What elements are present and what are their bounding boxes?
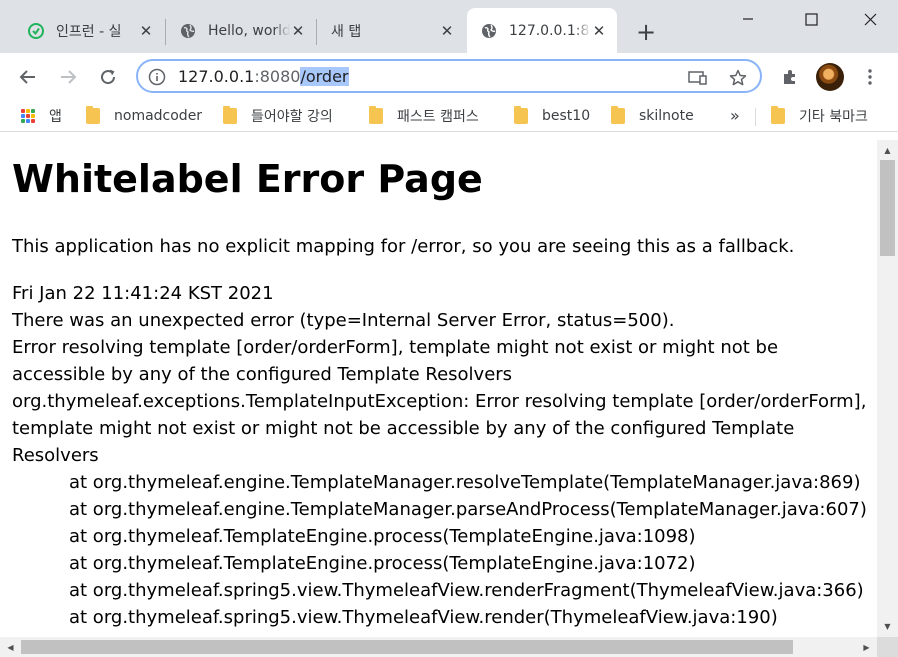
tab-title: 127.0.0.1:8: [509, 22, 590, 39]
scroll-down-icon[interactable]: ▼: [880, 619, 895, 634]
globe-icon: [481, 23, 497, 39]
scroll-right-icon[interactable]: ▶: [859, 640, 874, 655]
bookmark-fastcampus[interactable]: 패스트 캠퍼스: [369, 106, 479, 126]
error-message-line: Error resolving template [order/orderFor…: [12, 337, 779, 358]
tab-hello-world[interactable]: Hello, world ✕: [166, 8, 316, 53]
bookmark-label: skilnote: [639, 108, 694, 124]
tab-title: Hello, world: [208, 22, 290, 39]
folder-icon: [514, 106, 528, 124]
stack-trace-line: at org.thymeleaf.engine.TemplateManager.…: [69, 472, 861, 493]
extensions-icon[interactable]: [776, 63, 804, 91]
close-window-icon[interactable]: [848, 0, 892, 38]
menu-kebab-icon[interactable]: [856, 63, 884, 91]
reload-icon[interactable]: [92, 61, 124, 93]
bookmark-label: best10: [542, 108, 591, 124]
folder-icon: [611, 106, 625, 124]
close-icon[interactable]: ✕: [138, 22, 154, 40]
close-icon[interactable]: ✕: [591, 22, 607, 40]
tab-inflearn[interactable]: 인프런 - 실 ✕: [14, 8, 164, 53]
browser-toolbar: 127.0.0.1:8080/order: [0, 53, 898, 100]
horizontal-scrollbar[interactable]: ◀ ▶: [0, 637, 877, 657]
stack-trace-line: at org.thymeleaf.spring5.view.ThymeleafV…: [69, 607, 778, 628]
bookmark-star-icon[interactable]: [728, 68, 748, 88]
bookmark-nomadcoder[interactable]: nomadcoder: [86, 106, 202, 126]
new-tab-button[interactable]: +: [632, 18, 660, 46]
bookmarks-divider: [755, 108, 756, 126]
maximize-icon[interactable]: [789, 0, 833, 38]
tab-title: 새 탭: [331, 23, 362, 40]
tab-active-localhost[interactable]: 127.0.0.1:8 ✕: [467, 8, 617, 53]
address-bar[interactable]: 127.0.0.1:8080/order: [136, 59, 762, 93]
url-port: :8080: [254, 67, 301, 86]
minimize-icon[interactable]: [726, 0, 770, 38]
close-icon[interactable]: ✕: [439, 22, 455, 40]
error-description: This application has no explicit mapping…: [12, 236, 795, 257]
page-viewport: Whitelabel Error Page This application h…: [0, 140, 877, 637]
folder-icon: [223, 106, 237, 124]
tab-strip: 인프런 - 실 ✕ Hello, world ✕ 새 탭 ✕ 127.0.0.1…: [0, 0, 898, 53]
bookmark-label: 기타 북마크: [799, 109, 868, 125]
vertical-scrollbar[interactable]: ▲ ▼: [877, 140, 898, 637]
scrollbar-corner: [877, 637, 898, 657]
vertical-scroll-thumb[interactable]: [880, 160, 895, 256]
bookmarks-bar: 앱 nomadcoder 들어야할 강의 패스트 캠퍼스 best10 skil…: [0, 100, 898, 132]
url-path-selected: /order: [300, 67, 349, 86]
folder-icon: [86, 106, 100, 124]
exception-line: org.thymeleaf.exceptions.TemplateInputEx…: [12, 391, 867, 412]
stack-trace-line: at org.thymeleaf.engine.TemplateManager.…: [69, 499, 867, 520]
stack-trace-line: at org.thymeleaf.spring5.view.ThymeleafV…: [69, 580, 864, 601]
tab-new-tab[interactable]: 새 탭 ✕: [317, 8, 465, 53]
url-text[interactable]: 127.0.0.1:8080/order: [178, 67, 349, 86]
forward-icon[interactable]: [52, 61, 84, 93]
inflearn-icon: [28, 22, 44, 39]
stack-trace-line: at org.thymeleaf.TemplateEngine.process(…: [69, 553, 696, 574]
folder-icon: [369, 106, 383, 124]
exception-line: Resolvers: [12, 445, 99, 466]
bookmark-label: 패스트 캠퍼스: [397, 109, 479, 125]
bookmark-label: 앱: [49, 109, 62, 125]
error-status: There was an unexpected error (type=Inte…: [12, 310, 675, 331]
cast-icon[interactable]: [688, 68, 708, 88]
info-icon[interactable]: [148, 68, 166, 86]
apps-icon: [21, 109, 35, 123]
globe-icon: [180, 23, 196, 39]
bookmark-other[interactable]: 기타 북마크: [771, 106, 868, 126]
error-details: Fri Jan 22 11:41:24 KST 2021 There was a…: [12, 280, 867, 631]
bookmarks-overflow-button[interactable]: »: [730, 106, 740, 125]
back-icon[interactable]: [12, 61, 44, 93]
exception-line: template might not exist or might not be…: [12, 418, 795, 439]
bookmark-label: nomadcoder: [114, 108, 203, 124]
bookmark-apps[interactable]: 앱: [21, 106, 62, 126]
scroll-left-icon[interactable]: ◀: [3, 640, 18, 655]
horizontal-scroll-thumb[interactable]: [21, 640, 793, 654]
page-title: Whitelabel Error Page: [12, 157, 483, 201]
url-host: 127.0.0.1: [178, 67, 255, 86]
bookmark-lectures[interactable]: 들어야할 강의: [223, 106, 333, 126]
close-icon[interactable]: ✕: [290, 22, 306, 40]
folder-icon: [771, 106, 785, 124]
error-timestamp: Fri Jan 22 11:41:24 KST 2021: [12, 283, 274, 304]
error-message-line: accessible by any of the configured Temp…: [12, 364, 513, 385]
profile-avatar[interactable]: [816, 63, 844, 91]
bookmark-skilnote[interactable]: skilnote: [611, 106, 694, 126]
bookmark-label: 들어야할 강의: [251, 109, 333, 125]
bookmark-best10[interactable]: best10: [514, 106, 590, 126]
scroll-up-icon[interactable]: ▲: [880, 143, 895, 158]
stack-trace-line: at org.thymeleaf.TemplateEngine.process(…: [69, 526, 696, 547]
tab-title: 인프런 - 실: [56, 23, 122, 40]
